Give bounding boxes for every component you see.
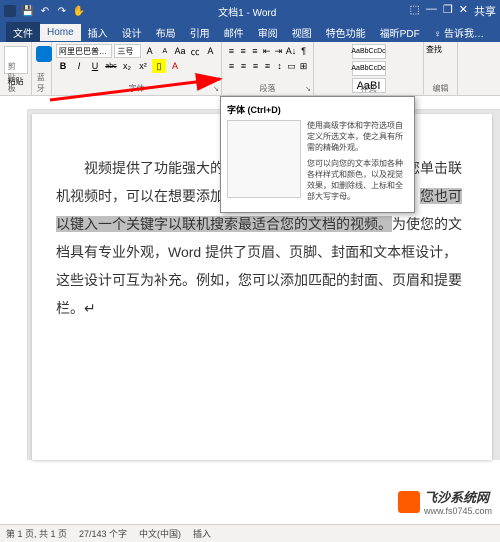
save-button[interactable]: 💾 (22, 5, 34, 17)
decrease-font-button[interactable]: A (158, 44, 171, 58)
clipboard-label: 剪贴板 (8, 61, 24, 94)
vertical-ruler[interactable] (0, 110, 28, 460)
title-bar: 💾 ↶ ↷ ✋ 文档1 - Word ⬚ — ❐ ✕ 共享 (0, 0, 500, 22)
increase-font-button[interactable]: A (143, 44, 156, 58)
restore-button[interactable]: ❐ (443, 3, 453, 19)
group-clipboard: 粘贴 剪贴板 (0, 42, 32, 95)
paragraph-dialog-launcher[interactable]: ↘ (305, 85, 311, 93)
tab-insert[interactable]: 插入 (81, 22, 115, 43)
undo-button[interactable]: ↶ (39, 5, 51, 17)
bullets-button[interactable]: ≡ (226, 44, 237, 58)
quick-access-toolbar: 💾 ↶ ↷ ✋ (22, 5, 85, 17)
minimize-button[interactable]: — (426, 3, 437, 19)
group-font: 阿里巴巴普… 三号 A A Aa ㏄ A B I U abc x₂ x² ▯ A… (52, 42, 222, 95)
justify-button[interactable]: ≡ (262, 59, 273, 73)
phonetic-guide-button[interactable]: ㏄ (189, 44, 202, 58)
tell-me[interactable]: ♀ 告诉我… (427, 22, 491, 43)
ribbon-tabs: 文件 Home 插入 设计 布局 引用 邮件 审阅 视图 特色功能 福昕PDF … (0, 22, 500, 42)
change-case-button[interactable]: Aa (173, 44, 186, 58)
sort-button[interactable]: A↓ (285, 44, 298, 58)
decrease-indent-button[interactable]: ⇤ (261, 44, 272, 58)
font-size-select[interactable]: 三号 (114, 44, 141, 58)
font-tooltip: 字体 (Ctrl+D) 使用高级字体和字符选项自定义所选文本，使之具有所需的精确… (220, 96, 415, 213)
char-border-button[interactable]: A (204, 44, 217, 58)
share-button[interactable]: 共享 (474, 3, 496, 19)
tooltip-title: 字体 (Ctrl+D) (227, 103, 408, 116)
font-color-button[interactable]: A (168, 59, 182, 73)
bluetooth-icon[interactable] (36, 46, 52, 62)
borders-button[interactable]: ⊞ (298, 59, 309, 73)
show-marks-button[interactable]: ¶ (298, 44, 309, 58)
tab-special[interactable]: 特色功能 (319, 22, 373, 43)
paragraph-group-label: 段落 (260, 83, 276, 94)
watermark-icon (398, 491, 420, 513)
editing-group-label: 编辑 (433, 83, 449, 94)
font-family-select[interactable]: 阿里巴巴普… (56, 44, 112, 58)
word-icon (4, 5, 16, 17)
tab-design[interactable]: 设计 (115, 22, 149, 43)
status-bar: 第 1 页, 共 1 页 27/143 个字 中文(中国) 插入 (0, 524, 500, 542)
tooltip-p1: 使用高级字体和字符选项自定义所选文本，使之具有所需的精确外观。 (307, 120, 408, 154)
align-left-button[interactable]: ≡ (226, 59, 237, 73)
superscript-button[interactable]: x² (136, 59, 150, 73)
language-status[interactable]: 中文(中国) (139, 527, 181, 540)
styles-group-label: 样式 (361, 83, 377, 94)
underline-button[interactable]: U (88, 59, 102, 73)
tooltip-preview-image (227, 120, 301, 198)
style-normal[interactable]: AaBbCcDc (352, 44, 386, 59)
group-bluetooth: 蓝牙 (32, 42, 52, 95)
line-spacing-button[interactable]: ↕ (274, 59, 285, 73)
font-group-label: 字体 (129, 83, 145, 94)
tab-foxit[interactable]: 福昕PDF (373, 22, 427, 43)
close-button[interactable]: ✕ (459, 3, 468, 19)
tab-layout[interactable]: 布局 (149, 22, 183, 43)
window-title: 文档1 - Word (218, 4, 276, 19)
watermark-brand: 飞沙系统网 (424, 487, 492, 506)
tooltip-p2: 您可以向您的文本添加各种各样样式和颜色，以及视觉效果，如删除线、上标和全部大写字… (307, 158, 408, 203)
insert-mode[interactable]: 插入 (193, 527, 211, 540)
watermark: 飞沙系统网 www.fs0745.com (398, 487, 492, 516)
tab-references[interactable]: 引用 (183, 22, 217, 43)
tab-mailings[interactable]: 邮件 (217, 22, 251, 43)
font-dialog-launcher[interactable]: ↘ (213, 85, 219, 93)
italic-button[interactable]: I (72, 59, 86, 73)
tab-home[interactable]: Home (40, 24, 81, 41)
shading-button[interactable]: ▭ (286, 59, 297, 73)
tooltip-text: 使用高级字体和字符选项自定义所选文本，使之具有所需的精确外观。 您可以向您的文本… (307, 120, 408, 206)
ribbon-toggle-button[interactable]: ⬚ (409, 3, 419, 19)
increase-indent-button[interactable]: ⇥ (273, 44, 284, 58)
page-count[interactable]: 第 1 页, 共 1 页 (6, 527, 67, 540)
watermark-url: www.fs0745.com (424, 506, 492, 516)
group-editing: 查找 编辑 (424, 42, 458, 95)
numbering-button[interactable]: ≡ (238, 44, 249, 58)
ribbon: 粘贴 剪贴板 蓝牙 阿里巴巴普… 三号 A A Aa ㏄ A B I U abc… (0, 42, 500, 96)
multilevel-list-button[interactable]: ≡ (250, 44, 261, 58)
tab-view[interactable]: 视图 (285, 22, 319, 43)
subscript-button[interactable]: x₂ (120, 59, 134, 73)
strikethrough-button[interactable]: abc (104, 59, 118, 73)
tab-file[interactable]: 文件 (6, 22, 40, 43)
group-paragraph: ≡ ≡ ≡ ⇤ ⇥ A↓ ¶ ≡ ≡ ≡ ≡ ↕ ▭ ⊞ 段落 ↘ (222, 42, 314, 95)
redo-button[interactable]: ↷ (56, 5, 68, 17)
find-button[interactable]: 查找 (426, 44, 455, 55)
align-right-button[interactable]: ≡ (250, 59, 261, 73)
style-nospacing[interactable]: AaBbCcDc (352, 61, 386, 76)
word-count[interactable]: 27/143 个字 (79, 527, 127, 540)
bold-button[interactable]: B (56, 59, 70, 73)
touch-mode-button[interactable]: ✋ (73, 5, 85, 17)
highlight-button[interactable]: ▯ (152, 59, 166, 73)
group-styles: AaBbCcDc AaBbCcDc AaBI 样式 (314, 42, 424, 95)
align-center-button[interactable]: ≡ (238, 59, 249, 73)
tab-review[interactable]: 审阅 (251, 22, 285, 43)
bluetooth-label: 蓝牙 (37, 72, 47, 94)
